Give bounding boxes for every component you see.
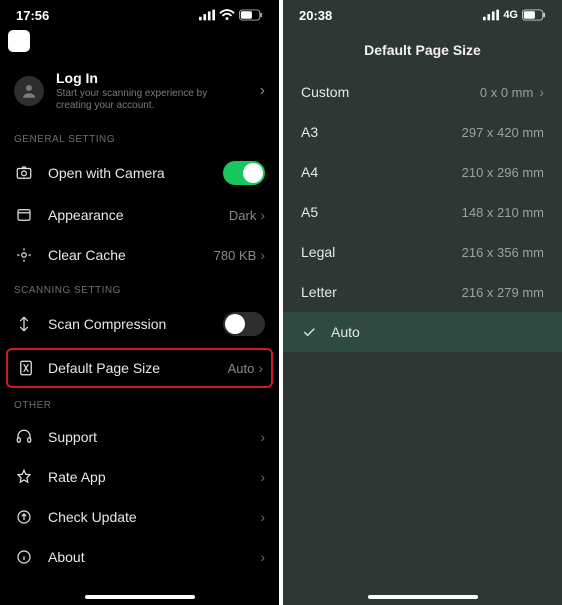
info-icon <box>14 548 34 566</box>
option-legal[interactable]: Legal 216 x 356 mm <box>283 232 562 272</box>
chevron-right-icon: › <box>260 82 265 100</box>
section-header-scanning: SCANNING SETTING <box>0 275 279 302</box>
battery-icon <box>522 9 546 21</box>
option-auto[interactable]: Auto <box>283 312 562 352</box>
chevron-right-icon: › <box>258 360 263 376</box>
option-name: A5 <box>301 204 318 220</box>
support-icon <box>14 428 34 446</box>
row-label: Clear Cache <box>48 247 214 263</box>
status-time: 17:56 <box>16 8 49 23</box>
option-name: Auto <box>331 324 360 340</box>
option-name: A4 <box>301 164 318 180</box>
section-header-other: OTHER <box>0 390 279 417</box>
option-custom[interactable]: Custom 0 x 0 mm › <box>283 72 562 112</box>
row-label: About <box>48 549 260 565</box>
row-label: Appearance <box>48 207 229 223</box>
row-check-update[interactable]: Check Update › <box>0 497 279 537</box>
login-title: Log In <box>56 70 260 86</box>
row-label: Scan Compression <box>48 316 223 332</box>
row-rate-app[interactable]: Rate App › <box>0 457 279 497</box>
chevron-right-icon: › <box>260 247 265 263</box>
section-header-general: GENERAL SETTING <box>0 124 279 151</box>
chevron-right-icon: › <box>260 509 265 525</box>
status-bar: 20:38 4G <box>283 0 562 26</box>
appearance-icon <box>14 206 34 224</box>
cellular-icon <box>483 9 499 21</box>
option-dim: 216 x 279 mm <box>462 285 544 300</box>
status-bar: 17:56 <box>0 0 279 26</box>
compression-icon <box>14 315 34 333</box>
chevron-right-icon: › <box>260 469 265 485</box>
option-a5[interactable]: A5 148 x 210 mm <box>283 192 562 232</box>
row-label: Default Page Size <box>48 360 228 376</box>
wifi-icon <box>219 9 235 21</box>
page-size-icon <box>16 359 36 377</box>
row-default-page-size[interactable]: Default Page Size Auto › <box>6 348 273 388</box>
option-name: Letter <box>301 284 337 300</box>
cellular-icon <box>199 9 215 21</box>
row-label: Open with Camera <box>48 165 223 181</box>
option-dim: 148 x 210 mm <box>462 205 544 220</box>
status-right <box>199 9 263 21</box>
home-indicator <box>368 595 478 599</box>
avatar-icon <box>14 76 44 106</box>
chevron-right-icon: › <box>260 549 265 565</box>
phone-left-settings: 17:56 Log In Start your scanning exp <box>0 0 279 605</box>
cache-icon <box>14 246 34 264</box>
home-indicator <box>85 595 195 599</box>
toggle-scan-compression[interactable] <box>223 312 265 336</box>
login-subtitle: Start your scanning experience by creati… <box>56 88 236 112</box>
row-clear-cache[interactable]: Clear Cache 780 KB › <box>0 235 279 275</box>
row-scan-compression[interactable]: Scan Compression <box>0 302 279 346</box>
status-time: 20:38 <box>299 8 332 23</box>
option-name: Custom <box>301 84 349 100</box>
camera-icon <box>14 164 34 182</box>
row-label: Support <box>48 429 260 445</box>
page-title: Default Page Size <box>283 26 562 72</box>
star-icon <box>14 468 34 486</box>
chevron-right-icon: › <box>260 429 265 445</box>
row-label: Check Update <box>48 509 260 525</box>
row-open-with-camera[interactable]: Open with Camera <box>0 151 279 195</box>
chevron-right-icon: › <box>539 84 544 100</box>
login-row[interactable]: Log In Start your scanning experience by… <box>0 60 279 124</box>
update-icon <box>14 508 34 526</box>
row-value: 780 KB <box>214 248 257 263</box>
toggle-open-camera[interactable] <box>223 161 265 185</box>
battery-icon <box>239 9 263 21</box>
option-dim: 0 x 0 mm <box>480 85 533 100</box>
option-name: A3 <box>301 124 318 140</box>
check-icon <box>301 324 321 340</box>
row-appearance[interactable]: Appearance Dark › <box>0 195 279 235</box>
row-label: Rate App <box>48 469 260 485</box>
option-a4[interactable]: A4 210 x 296 mm <box>283 152 562 192</box>
row-value: Dark <box>229 208 256 223</box>
row-value: Auto <box>228 361 255 376</box>
option-a3[interactable]: A3 297 x 420 mm <box>283 112 562 152</box>
status-network: 4G <box>503 9 518 21</box>
app-indicator-box <box>8 30 30 52</box>
option-letter[interactable]: Letter 216 x 279 mm <box>283 272 562 312</box>
option-dim: 297 x 420 mm <box>462 125 544 140</box>
option-dim: 216 x 356 mm <box>462 245 544 260</box>
phone-right-page-size: 20:38 4G Default Page Size Custom 0 x 0 … <box>283 0 562 605</box>
chevron-right-icon: › <box>260 207 265 223</box>
row-about[interactable]: About › <box>0 537 279 577</box>
status-right: 4G <box>483 9 546 21</box>
row-support[interactable]: Support › <box>0 417 279 457</box>
option-dim: 210 x 296 mm <box>462 165 544 180</box>
option-name: Legal <box>301 244 335 260</box>
